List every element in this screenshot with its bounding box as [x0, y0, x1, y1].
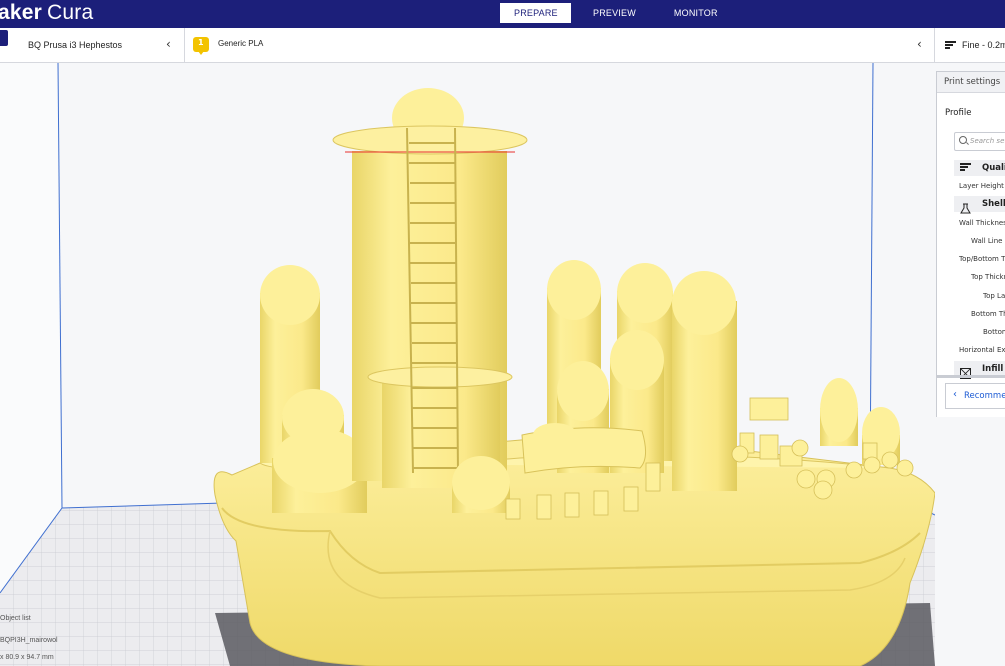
tab-monitor[interactable]: MONITOR: [660, 3, 732, 23]
search-icon: [959, 136, 967, 144]
infill-icon: [959, 364, 972, 380]
tab-prepare[interactable]: PREPARE: [500, 3, 571, 23]
quality-label: Fine - 0.2mm: [962, 40, 1005, 50]
object-dimensions: x 80.9 x 94.7 mm: [0, 654, 54, 661]
printer-selector[interactable]: BQ Prusa i3 Hephestos ‹: [14, 28, 185, 62]
quality-selector[interactable]: Fine - 0.2mm: [934, 28, 1005, 62]
object-file-name: BQPI3H_mairowol: [0, 637, 58, 644]
settings-search-input[interactable]: Search settings: [954, 132, 1005, 151]
chevron-left-icon[interactable]: ‹: [917, 37, 922, 51]
setting-horizontal-expansion[interactable]: Horizontal Expansion: [959, 346, 1005, 354]
warning-badge-icon: 1: [193, 37, 209, 55]
build-plate-viewport[interactable]: [0, 63, 935, 666]
setting-top-layers[interactable]: Top Layers: [983, 292, 1005, 300]
material-name[interactable]: Generic PLA: [218, 39, 263, 48]
recommended-button[interactable]: ‹ Recommended: [945, 383, 1005, 409]
setting-top-bottom-thickness[interactable]: Top/Bottom Thickness: [959, 255, 1005, 263]
setting-bottom-thickness[interactable]: Bottom Thickness: [971, 310, 1005, 318]
quality-icon: [960, 163, 971, 173]
print-settings-panel: Print settings Profile Search settings Q…: [936, 71, 1005, 417]
setting-wall-thickness[interactable]: Wall Thickness: [959, 219, 1005, 227]
setting-wall-line-count[interactable]: Wall Line Count: [971, 237, 1005, 245]
panel-scrollbar[interactable]: [937, 375, 1005, 378]
category-quality[interactable]: Quality: [954, 160, 1005, 176]
category-shell[interactable]: Shell: [954, 196, 1005, 214]
setting-layer-height[interactable]: Layer Height: [959, 182, 1004, 190]
quality-icon: [945, 41, 956, 49]
tab-preview[interactable]: PREVIEW: [579, 3, 650, 23]
setting-top-thickness[interactable]: Top Thickness: [971, 273, 1005, 281]
scene-3d[interactable]: [0, 63, 935, 666]
chevron-left-icon: ‹: [953, 389, 957, 400]
app-header: aker Cura PREPARE PREVIEW MONITOR: [0, 0, 1005, 28]
chevron-left-icon[interactable]: ‹: [166, 37, 171, 51]
setting-bottom-layers[interactable]: Bottom Layers: [983, 328, 1005, 336]
app-logo: aker Cura: [0, 1, 94, 24]
printer-name: BQ Prusa i3 Hephestos: [28, 40, 123, 50]
object-list-title[interactable]: Object list: [0, 615, 31, 622]
stage-tabs: PREPARE PREVIEW MONITOR: [500, 3, 732, 23]
profile-label: Profile: [945, 108, 972, 118]
shell-icon: [960, 199, 971, 214]
tab-print-settings[interactable]: Print settings: [937, 72, 1005, 93]
sidebar-toggle[interactable]: [0, 30, 8, 46]
